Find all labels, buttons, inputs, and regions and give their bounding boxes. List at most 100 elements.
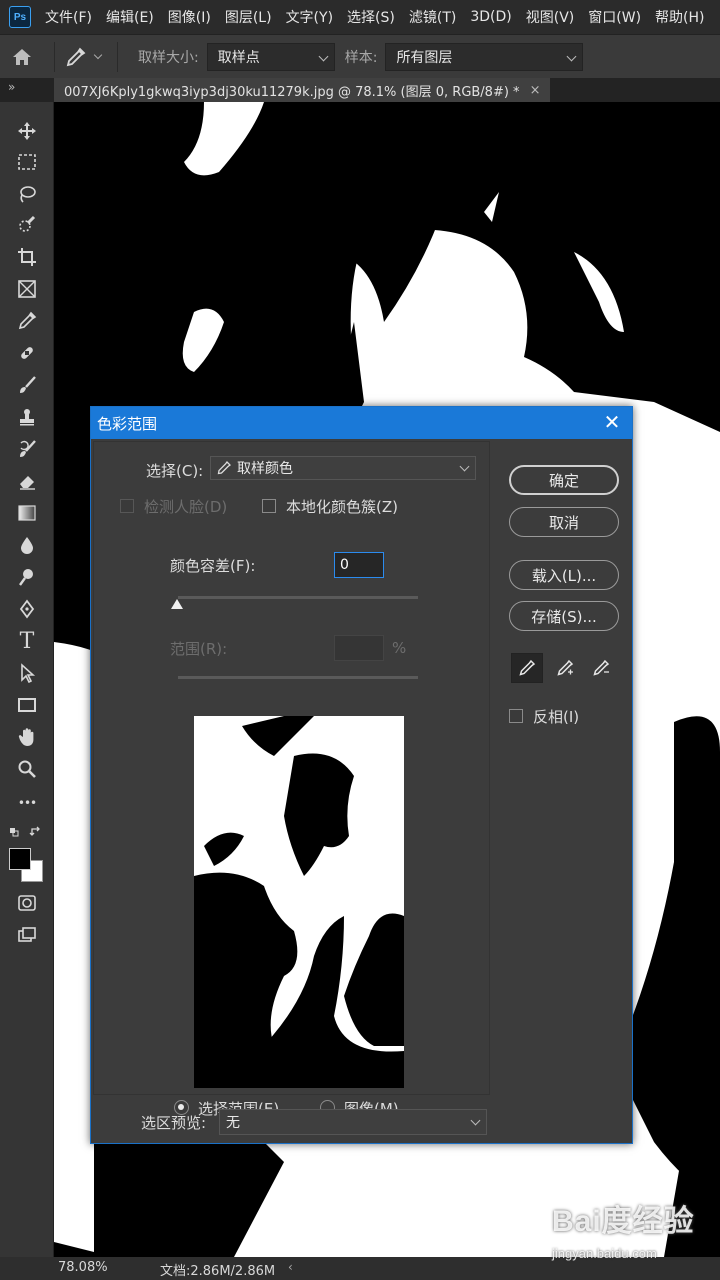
foreground-color-swatch[interactable] xyxy=(9,848,31,870)
chevron-down-icon xyxy=(459,461,470,472)
detect-faces-label: 检测人脸(D) xyxy=(144,498,228,516)
menu-type[interactable]: 文字(Y) xyxy=(286,7,333,27)
home-button[interactable] xyxy=(0,48,44,66)
selection-preview-value: 无 xyxy=(226,1115,240,1131)
zoom-tool-icon[interactable] xyxy=(12,754,42,784)
healing-brush-tool-icon[interactable] xyxy=(12,338,42,368)
sample-size-label: 取样大小: xyxy=(138,49,199,66)
clone-stamp-tool-icon[interactable] xyxy=(12,402,42,432)
select-dropdown[interactable]: 取样颜色 xyxy=(210,456,476,480)
eyedropper-sample-button[interactable] xyxy=(511,653,543,683)
sample-select[interactable]: 所有图层 xyxy=(385,42,584,71)
ok-button[interactable]: 确定 xyxy=(509,465,619,495)
quick-select-tool-icon[interactable] xyxy=(12,210,42,240)
detect-faces-checkbox[interactable] xyxy=(120,499,134,513)
menu-edit[interactable]: 编辑(E) xyxy=(106,7,154,27)
gradient-tool-icon[interactable] xyxy=(12,498,42,528)
photoshop-logo: Ps xyxy=(9,6,31,28)
fuzziness-slider-track[interactable] xyxy=(178,596,418,599)
divider xyxy=(117,41,118,72)
invert-label: 反相(I) xyxy=(533,708,580,726)
brush-tool-icon[interactable] xyxy=(12,370,42,400)
options-bar: 取样大小: 取样点 样本: 所有图层 xyxy=(0,34,720,78)
dodge-tool-icon[interactable] xyxy=(12,562,42,592)
select-label: 选择(C): xyxy=(146,462,204,480)
collapse-panels-icon[interactable]: » xyxy=(8,80,15,94)
history-brush-tool-icon[interactable] xyxy=(12,434,42,464)
type-tool-icon[interactable]: T xyxy=(12,626,42,656)
close-icon[interactable]: ✕ xyxy=(600,411,624,435)
preview-mask xyxy=(194,716,404,1088)
dialog-title: 色彩范围 xyxy=(97,414,158,433)
localized-clusters-label: 本地化颜色簇(Z) xyxy=(286,498,398,516)
menu-help[interactable]: 帮助(H) xyxy=(655,7,704,27)
move-tool-icon[interactable] xyxy=(12,116,42,146)
range-slider-track[interactable] xyxy=(178,676,418,679)
eyedropper-icon xyxy=(66,47,86,66)
watermark: Bai度经验 jingyan.baidu.com xyxy=(552,1196,695,1261)
chevron-down-icon xyxy=(318,51,329,61)
fuzziness-slider-thumb[interactable] xyxy=(171,599,183,609)
tool-preset-picker[interactable] xyxy=(65,46,107,68)
document-tab-title: 007XJ6Kply1gkwq3iyp3dj30ku11279k.jpg @ 7… xyxy=(64,84,520,100)
eyedropper-add-button[interactable] xyxy=(549,653,581,683)
fuzziness-input[interactable]: 0 xyxy=(334,552,384,578)
chevron-down-icon xyxy=(93,50,103,59)
more-tools-icon[interactable]: ••• xyxy=(12,788,42,818)
home-icon xyxy=(13,48,31,65)
close-icon[interactable]: × xyxy=(530,83,541,98)
eyedropper-plus-icon xyxy=(557,659,574,676)
sample-size-select[interactable]: 取样点 xyxy=(206,42,335,71)
menu-window[interactable]: 窗口(W) xyxy=(588,7,641,27)
eraser-tool-icon[interactable] xyxy=(12,466,42,496)
crop-tool-icon[interactable] xyxy=(12,242,42,272)
color-range-dialog: 色彩范围 ✕ 选择(C): 取样颜色 检测人脸(D) 本地化颜色簇(Z) 颜色容… xyxy=(90,406,633,1144)
eyedropper-tool-icon[interactable] xyxy=(12,306,42,336)
watermark-url: jingyan.baidu.com xyxy=(552,1246,657,1261)
hand-tool-icon[interactable] xyxy=(12,722,42,752)
rectangle-tool-icon[interactable] xyxy=(12,690,42,720)
menu-view[interactable]: 视图(V) xyxy=(526,7,575,27)
invert-checkbox[interactable] xyxy=(509,709,523,723)
chevron-down-icon xyxy=(470,1115,481,1126)
frame-tool-icon[interactable] xyxy=(12,274,42,304)
cancel-button[interactable]: 取消 xyxy=(509,507,619,537)
dialog-options-panel: 选择(C): 取样颜色 检测人脸(D) 本地化颜色簇(Z) 颜色容差(F): 0… xyxy=(93,441,490,1118)
menu-filter[interactable]: 滤镜(T) xyxy=(409,7,456,27)
dialog-title-bar[interactable]: 色彩范围 ✕ xyxy=(91,407,632,439)
path-select-tool-icon[interactable] xyxy=(12,658,42,688)
selection-preview-label: 选区预览: xyxy=(141,1114,207,1132)
localized-clusters-checkbox[interactable] xyxy=(262,499,276,513)
load-button[interactable]: 载入(L)... xyxy=(509,560,619,590)
marquee-tool-icon[interactable] xyxy=(12,147,42,177)
select-value: 取样颜色 xyxy=(237,461,293,477)
range-input[interactable] xyxy=(334,635,384,661)
menu-layer[interactable]: 图层(L) xyxy=(225,7,272,27)
range-unit: % xyxy=(392,639,407,657)
zoom-level[interactable]: 78.08% xyxy=(58,1260,108,1275)
watermark-logo: Bai度经验 xyxy=(552,1205,695,1238)
sample-size-value: 取样点 xyxy=(217,49,260,66)
eyedropper-subtract-button[interactable] xyxy=(585,653,617,683)
sample-value: 所有图层 xyxy=(396,49,453,66)
lasso-tool-icon[interactable] xyxy=(12,179,42,209)
quick-mask-tool-icon[interactable] xyxy=(12,888,42,918)
blur-tool-icon[interactable] xyxy=(12,530,42,560)
menu-file[interactable]: 文件(F) xyxy=(45,7,92,27)
menu-select[interactable]: 选择(S) xyxy=(347,7,395,27)
document-tab[interactable]: 007XJ6Kply1gkwq3iyp3dj30ku11279k.jpg @ 7… xyxy=(54,78,550,102)
document-size-info[interactable]: 文档:2.86M/2.86M xyxy=(160,1260,275,1279)
screen-mode-tool-icon[interactable] xyxy=(12,920,42,950)
selection-preview-image[interactable] xyxy=(194,716,404,1088)
save-button[interactable]: 存储(S)... xyxy=(509,601,619,631)
menu-3d[interactable]: 3D(D) xyxy=(470,9,511,25)
tools-panel: T ••• xyxy=(0,102,54,1257)
swap-colors-icon[interactable] xyxy=(10,826,42,838)
menu-image[interactable]: 图像(I) xyxy=(168,7,211,27)
pen-tool-icon[interactable] xyxy=(12,594,42,624)
eyedropper-minus-icon xyxy=(593,659,610,676)
document-tab-bar: » 007XJ6Kply1gkwq3iyp3dj30ku11279k.jpg @… xyxy=(0,78,720,102)
selection-preview-dropdown[interactable]: 无 xyxy=(219,1109,487,1135)
status-menu-arrow-icon[interactable]: ‹ xyxy=(288,1260,293,1274)
fuzziness-label: 颜色容差(F): xyxy=(170,557,256,575)
